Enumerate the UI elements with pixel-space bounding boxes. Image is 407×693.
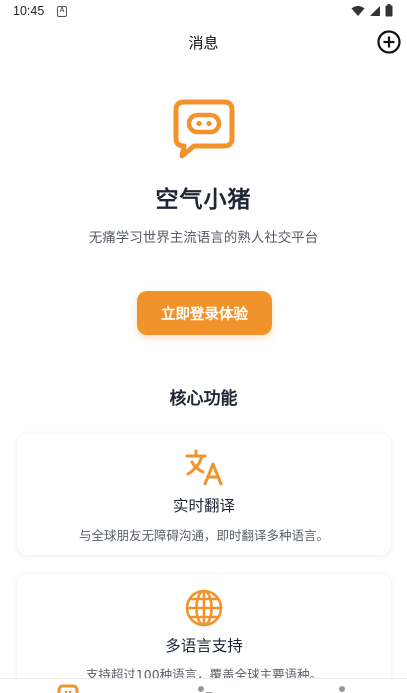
status-icons bbox=[351, 4, 393, 17]
feature-title: 实时翻译 bbox=[172, 497, 235, 515]
pig-chat-bubble-icon bbox=[173, 99, 235, 159]
signal-icon bbox=[370, 5, 380, 16]
app-name: 空气小猪 bbox=[155, 187, 252, 213]
login-button[interactable]: 立即登录体验 bbox=[137, 291, 272, 335]
chat-tab-icon[interactable] bbox=[56, 683, 80, 693]
feature-card-translate: 实时翻译 与全球朋友无障碍沟通，即时翻译多种语言。 bbox=[17, 434, 391, 555]
add-circle-icon[interactable] bbox=[375, 28, 403, 56]
translate-icon bbox=[185, 449, 223, 486]
feature-card-languages: 多语言支持 支持超过100种语言，覆盖全球主要语种。 bbox=[17, 574, 391, 693]
tagline: 无痛学习世界主流语言的熟人社交平台 bbox=[88, 230, 319, 246]
battery-icon bbox=[385, 4, 393, 17]
feature-title: 多语言支持 bbox=[165, 637, 243, 655]
contacts-tab-icon[interactable] bbox=[192, 683, 216, 693]
page-title: 消息 bbox=[188, 34, 219, 52]
profile-tab-icon[interactable] bbox=[330, 683, 354, 693]
features-title: 核心功能 bbox=[169, 389, 238, 409]
status-time: 10:45 bbox=[13, 4, 45, 18]
status-bar: 10:45 A bbox=[0, 0, 407, 24]
bottom-nav bbox=[0, 678, 407, 693]
feature-description: 与全球朋友无障碍沟通，即时翻译多种语言。 bbox=[78, 528, 329, 543]
wifi-icon bbox=[351, 5, 365, 16]
screen: 10:45 A 消息 空气小猪 无痛学习世界主流语言的熟人社交平台 立即登录体验… bbox=[0, 0, 407, 693]
app-bar: 消息 bbox=[0, 24, 407, 60]
notification-icon: A bbox=[57, 6, 67, 17]
globe-icon bbox=[185, 589, 223, 627]
